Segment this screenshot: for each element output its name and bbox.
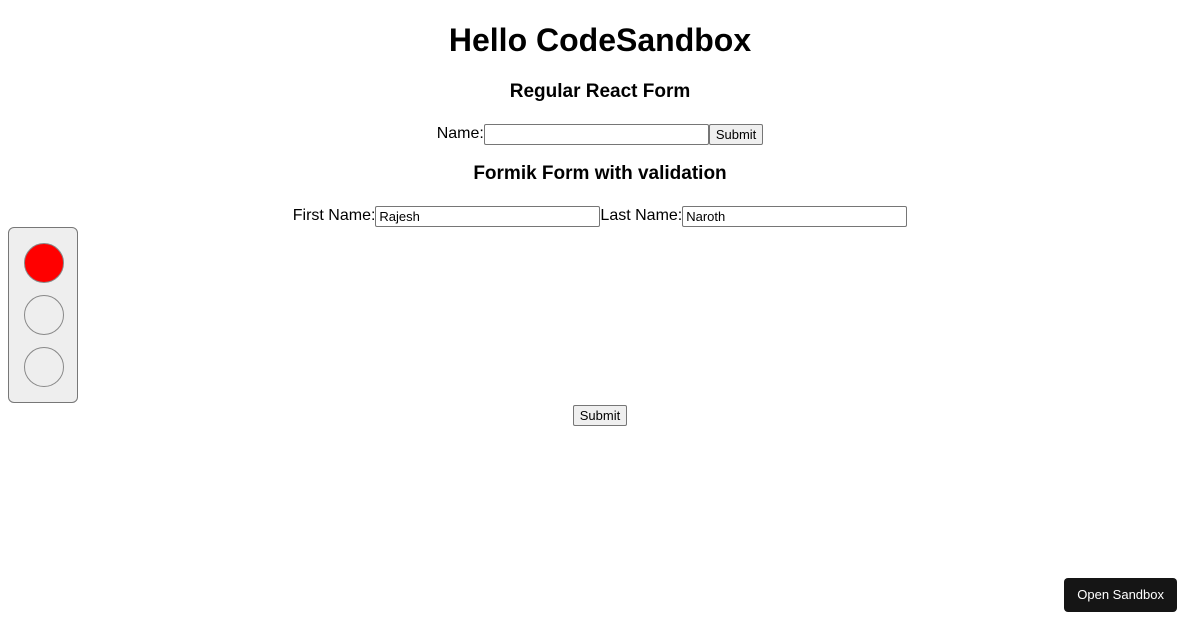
- page-title: Hello CodeSandbox: [448, 22, 752, 58]
- page: Hello CodeSandbox Regular React Form Nam…: [0, 0, 1200, 630]
- name-label: Name:: [436, 125, 484, 142]
- formik-submit-button[interactable]: Submit: [572, 405, 628, 426]
- traffic-light-yellow-lamp: [24, 295, 64, 335]
- formik-submit-wrap: Submit: [0, 405, 1200, 426]
- formik-form-heading: Formik Form with validation: [473, 163, 727, 184]
- first-name-label: First Name:: [292, 207, 376, 224]
- open-sandbox-button[interactable]: Open Sandbox: [1064, 578, 1177, 612]
- regular-form: Name: Submit: [0, 123, 1200, 145]
- last-name-input[interactable]: [682, 205, 908, 227]
- regular-form-heading: Regular React Form: [509, 81, 691, 102]
- last-name-label: Last Name:: [600, 207, 683, 224]
- formik-form: First Name: Last Name:: [0, 205, 1200, 227]
- first-name-input[interactable]: [375, 205, 601, 227]
- traffic-light-green-lamp: [24, 347, 64, 387]
- name-input[interactable]: [483, 123, 709, 145]
- regular-submit-button[interactable]: Submit: [708, 123, 764, 145]
- traffic-light-red-lamp: [24, 243, 64, 283]
- traffic-light: [8, 227, 78, 403]
